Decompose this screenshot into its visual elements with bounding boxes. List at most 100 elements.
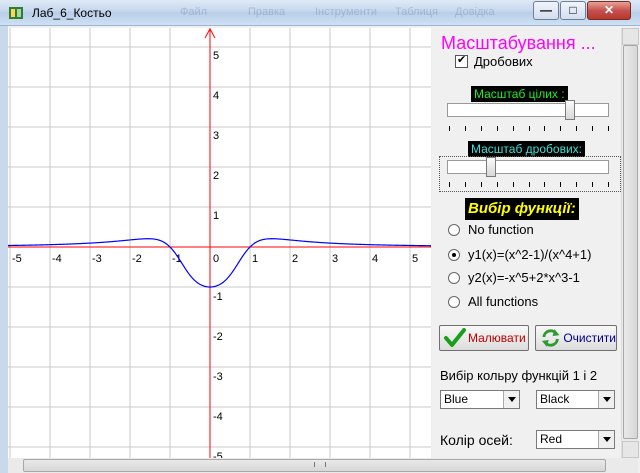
radio-button[interactable]: [448, 295, 460, 308]
slider-tick: [528, 182, 530, 187]
scroll-down-arrow[interactable]: [622, 441, 639, 458]
x-tick-label: 4: [372, 253, 378, 265]
radio-button[interactable]: [448, 248, 460, 261]
int-scale-ticks: [449, 126, 609, 132]
x-tick-label: 5: [412, 253, 418, 265]
function-curve: [8, 238, 431, 288]
minimize-icon: —: [540, 3, 552, 17]
x-tick-label: -2: [132, 253, 142, 265]
function-chart: -5 -4 -3 -2 -1 0 1 2 3 4 554321-1-2-3-4-5: [8, 28, 431, 458]
slider-tick: [608, 182, 609, 187]
slider-tick: [449, 182, 450, 187]
radio-label: y2(x)=-x^5+2*x^3-1: [468, 270, 580, 285]
slider-tick: [544, 126, 546, 131]
y-tick-label: 5: [213, 50, 219, 62]
settings-panel: Масштабування ... Дробових Масштаб цілих…: [431, 28, 621, 458]
slider-tick: [496, 182, 498, 187]
radio-label: No function: [468, 222, 534, 237]
maximize-button[interactable]: □: [560, 1, 586, 20]
slider-tick: [480, 182, 482, 187]
x-tick-label: 1: [252, 253, 258, 265]
radio-all-functions[interactable]: All functions: [448, 294, 538, 309]
y-tick-label: -5: [213, 451, 223, 458]
int-scale-slider-thumb[interactable]: [565, 100, 575, 120]
radio-button[interactable]: [448, 271, 460, 284]
slider-tick: [464, 182, 466, 187]
menu-ghost-4: Таблиця: [395, 6, 438, 18]
slider-tick: [496, 126, 498, 131]
fraction-checkbox[interactable]: Дробових: [455, 53, 533, 69]
chevron-down-icon[interactable]: [598, 391, 614, 408]
slider-tick: [528, 126, 530, 131]
x-tick-label: 3: [332, 253, 338, 265]
color1-select[interactable]: Blue: [440, 390, 520, 409]
size-grip[interactable]: [621, 458, 638, 473]
y-tick-label: -4: [213, 411, 223, 423]
checkbox-box[interactable]: [455, 53, 468, 68]
clear-button[interactable]: Очистити: [535, 325, 617, 351]
vertical-scrollbar[interactable]: [621, 28, 639, 458]
frac-scale-slider-thumb[interactable]: [486, 157, 496, 177]
x-tick-label: -5: [12, 253, 22, 265]
menu-ghost-3: Інструменти: [315, 6, 377, 18]
slider-tick: [560, 182, 562, 187]
slider-tick: [608, 126, 609, 131]
app-icon: [9, 7, 23, 19]
radio-y2[interactable]: y2(x)=-x^5+2*x^3-1: [448, 270, 580, 285]
int-scale-label: Масштаб цілих :: [471, 86, 568, 102]
color2-value: Black: [540, 392, 570, 406]
menu-ghost-1: Файл: [180, 6, 208, 18]
x-tick-label: 0: [213, 253, 219, 265]
x-tick-label: -3: [92, 253, 102, 265]
slider-tick: [449, 126, 450, 131]
radio-y1[interactable]: y1(x)=(x^2-1)/(x^4+1): [448, 247, 591, 262]
close-button[interactable]: ✕: [587, 1, 631, 20]
minimize-button[interactable]: —: [533, 1, 559, 20]
color1-value: Blue: [444, 392, 469, 406]
slider-tick: [544, 182, 546, 187]
frac-scale-slider[interactable]: [447, 160, 609, 174]
clear-button-label: Очистити: [563, 331, 616, 345]
slider-tick: [576, 126, 578, 131]
y-tick-label: 2: [213, 170, 219, 182]
chevron-down-icon[interactable]: [503, 391, 519, 408]
radio-no-function[interactable]: No function: [448, 222, 534, 237]
horizontal-scrollbar[interactable]: [8, 458, 621, 473]
radio-label: y1(x)=(x^2-1)/(x^4+1): [468, 247, 592, 262]
y-tick-label: -2: [213, 331, 223, 343]
scroll-up-arrow[interactable]: [622, 28, 639, 45]
color2-select[interactable]: Black: [536, 390, 615, 409]
draw-button-label: Малювати: [468, 331, 526, 345]
function-select-label: Вибір функції:: [465, 198, 579, 220]
slider-tick: [560, 126, 562, 131]
radio-label: All functions: [468, 294, 539, 309]
scroll-grip-icon: [314, 462, 326, 467]
vertical-scroll-thumb[interactable]: [623, 45, 638, 439]
slider-tick: [576, 182, 578, 187]
checkmark-icon: [444, 328, 466, 347]
slider-tick: [512, 126, 514, 131]
frac-scale-ticks: [449, 182, 609, 188]
maximize-icon: □: [569, 3, 577, 17]
draw-button[interactable]: Малювати: [439, 325, 529, 351]
int-scale-slider[interactable]: [447, 103, 609, 117]
radio-button[interactable]: [448, 223, 460, 236]
y-tick-label: -1: [213, 291, 223, 303]
axes-color-label: Колір осей:: [440, 432, 513, 448]
title-bar: Лаб_6_Костьо Файл Правка Інструменти Таб…: [0, 0, 640, 26]
y-tick-label: 3: [213, 130, 219, 142]
chevron-down-icon[interactable]: [598, 431, 614, 448]
slider-tick: [480, 126, 482, 131]
y-tick-label: 4: [213, 90, 219, 102]
slider-tick: [592, 126, 594, 131]
plot-area: -5 -4 -3 -2 -1 0 1 2 3 4 5 5 4 3 2 1 -1 -2 -3 -4 -5: [8, 28, 431, 458]
y-tick-label: -3: [213, 371, 223, 383]
slider-tick: [512, 182, 514, 187]
slider-tick: [464, 126, 466, 131]
fraction-checkbox-label: Дробових: [474, 54, 533, 69]
frac-scale-label: Масштаб дробових:: [468, 141, 585, 157]
function-color-label: Вибір кольру функцій 1 і 2: [440, 368, 598, 383]
axes-color-select[interactable]: Red: [536, 430, 615, 449]
slider-tick: [592, 182, 594, 187]
panel-title: Масштабування ...: [441, 33, 596, 53]
